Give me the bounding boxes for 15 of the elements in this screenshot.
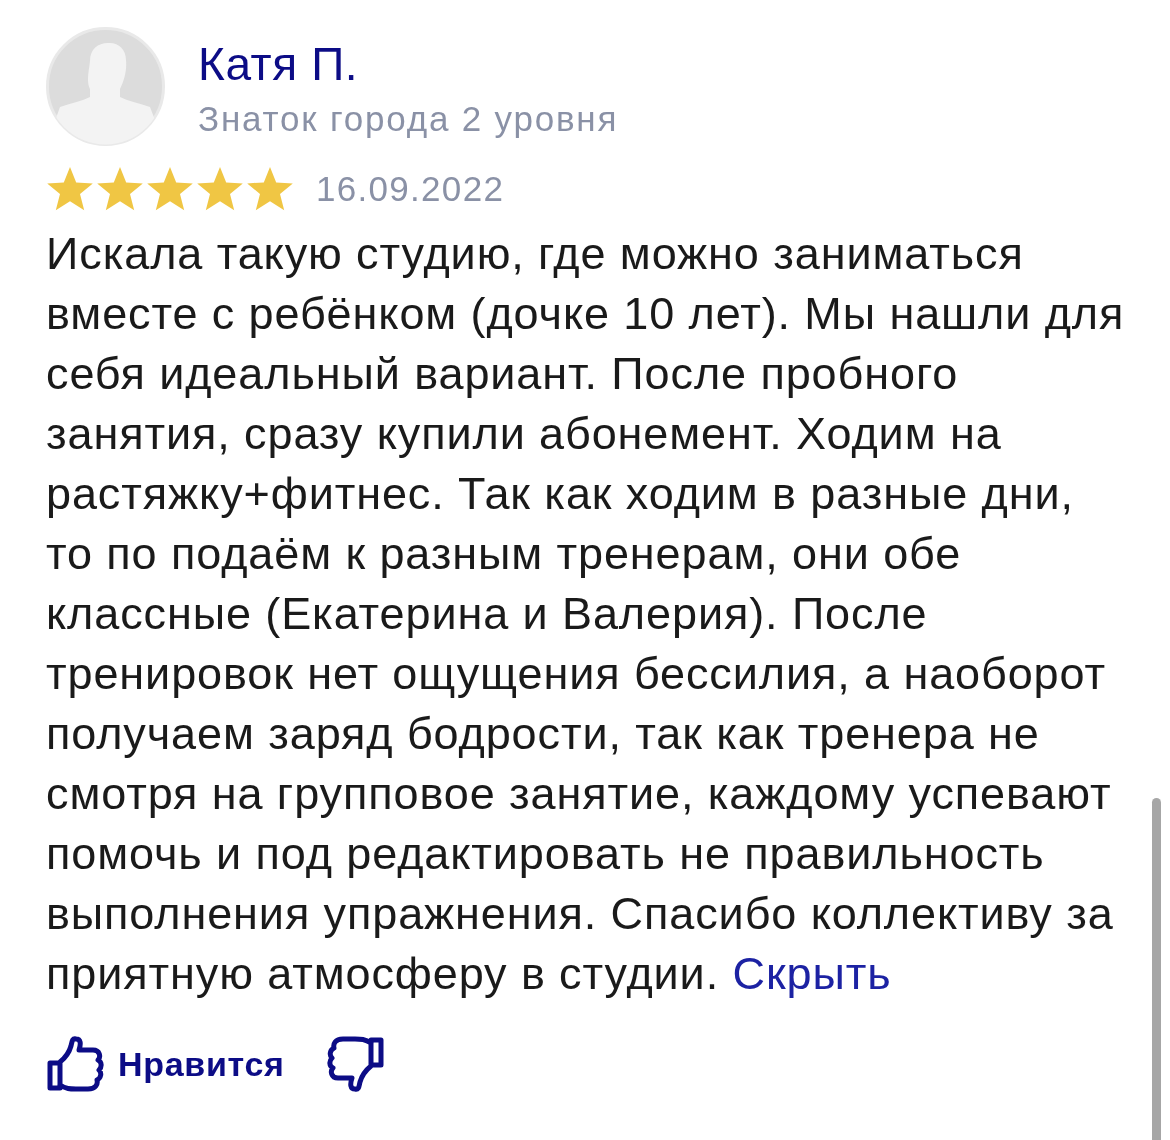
user-silhouette-icon	[46, 27, 165, 146]
star-icon	[46, 166, 94, 212]
author-name[interactable]: Катя П.	[198, 36, 619, 92]
star-icon	[246, 166, 294, 212]
thumbs-down-icon	[326, 1036, 385, 1092]
star-icon	[96, 166, 144, 212]
author-status: Знаток города 2 уровня	[198, 98, 619, 140]
dislike-button[interactable]	[326, 1036, 385, 1092]
review-text: Искала такую студию, где можно заниматься вместе с ребёнком (дочке 10 лет). Мы нашли для себя идеальный вариант. После пробного занятия, сразу купили абонемент. Ходим на растяжку+фитнес. Так как ходим в разные дни, то по подаём к разным тренерам, они обе классные (Екатерина и Валерия). После тренировок нет ощущения бессилия, а наоборот получаем заряд бодрости, так как тренера не смотря на групповое занятие, каждому успевают помочь и под редактировать не правильность выполнения упражнения. Спасибо коллективу за приятную атмосферу в студии. Скрыть	[46, 227, 1126, 1001]
star-icon	[196, 166, 244, 212]
review-date: 16.09.2022	[316, 168, 505, 210]
thumbs-up-icon	[46, 1036, 104, 1092]
star-icon	[146, 166, 194, 212]
collapse-link[interactable]: Скрыть	[732, 948, 892, 999]
like-button[interactable]: Нравится	[46, 1036, 285, 1092]
